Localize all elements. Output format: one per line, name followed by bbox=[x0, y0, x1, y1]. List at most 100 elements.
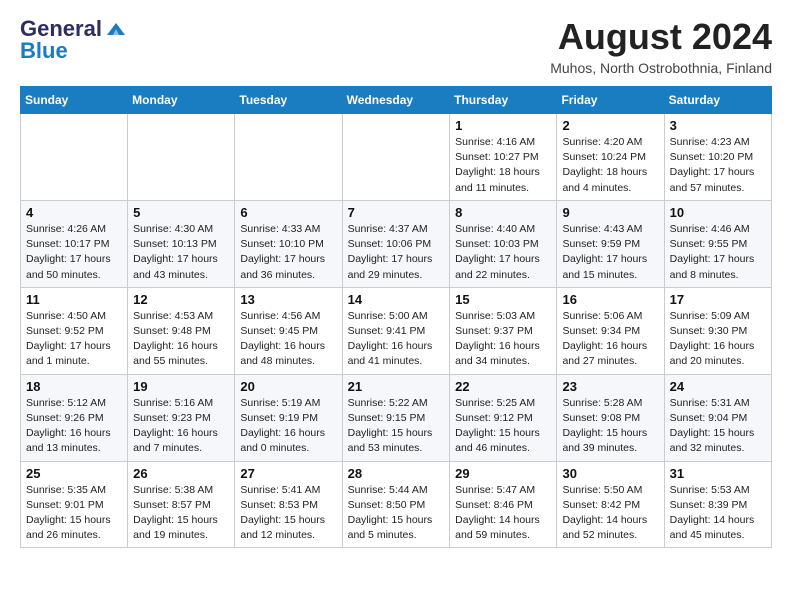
day-cell bbox=[21, 114, 128, 201]
day-info: Sunrise: 4:26 AM Sunset: 10:17 PM Daylig… bbox=[26, 222, 122, 283]
month-year: August 2024 bbox=[550, 16, 772, 58]
weekday-header-wednesday: Wednesday bbox=[342, 87, 450, 114]
week-row-3: 11 Sunrise: 4:50 AM Sunset: 9:52 PM Dayli… bbox=[21, 287, 772, 374]
weekday-header-thursday: Thursday bbox=[450, 87, 557, 114]
day-number: 19 bbox=[133, 379, 229, 394]
day-cell: 15 Sunrise: 5:03 AM Sunset: 9:37 PM Dayli… bbox=[450, 287, 557, 374]
day-number: 6 bbox=[240, 205, 336, 220]
day-info: Sunrise: 4:16 AM Sunset: 10:27 PM Daylig… bbox=[455, 135, 551, 196]
day-number: 2 bbox=[562, 118, 658, 133]
day-number: 12 bbox=[133, 292, 229, 307]
day-info: Sunrise: 5:06 AM Sunset: 9:34 PM Dayligh… bbox=[562, 309, 658, 370]
day-cell: 9 Sunrise: 4:43 AM Sunset: 9:59 PM Daylig… bbox=[557, 200, 664, 287]
day-cell: 13Sunrise: 4:56 AM Sunset: 9:45 PM Dayli… bbox=[235, 287, 342, 374]
day-cell: 17Sunrise: 5:09 AM Sunset: 9:30 PM Dayli… bbox=[664, 287, 771, 374]
day-number: 1 bbox=[455, 118, 551, 133]
day-cell: 7Sunrise: 4:37 AM Sunset: 10:06 PM Dayli… bbox=[342, 200, 450, 287]
calendar-table: SundayMondayTuesdayWednesdayThursdayFrid… bbox=[20, 86, 772, 548]
day-cell: 30Sunrise: 5:50 AM Sunset: 8:42 PM Dayli… bbox=[557, 461, 664, 548]
day-cell: 22 Sunrise: 5:25 AM Sunset: 9:12 PM Dayli… bbox=[450, 374, 557, 461]
day-number: 11 bbox=[26, 292, 122, 307]
day-cell: 2 Sunrise: 4:20 AM Sunset: 10:24 PM Dayli… bbox=[557, 114, 664, 201]
day-info: Sunrise: 4:33 AM Sunset: 10:10 PM Daylig… bbox=[240, 222, 336, 283]
weekday-header-row: SundayMondayTuesdayWednesdayThursdayFrid… bbox=[21, 87, 772, 114]
week-row-5: 25 Sunrise: 5:35 AM Sunset: 9:01 PM Dayli… bbox=[21, 461, 772, 548]
week-row-4: 18 Sunrise: 5:12 AM Sunset: 9:26 PM Dayli… bbox=[21, 374, 772, 461]
weekday-header-saturday: Saturday bbox=[664, 87, 771, 114]
day-number: 26 bbox=[133, 466, 229, 481]
weekday-header-monday: Monday bbox=[128, 87, 235, 114]
day-cell bbox=[342, 114, 450, 201]
day-info: Sunrise: 5:44 AM Sunset: 8:50 PM Dayligh… bbox=[348, 483, 445, 544]
day-info: Sunrise: 5:28 AM Sunset: 9:08 PM Dayligh… bbox=[562, 396, 658, 457]
day-number: 21 bbox=[348, 379, 445, 394]
day-info: Sunrise: 4:53 AM Sunset: 9:48 PM Dayligh… bbox=[133, 309, 229, 370]
day-cell: 31Sunrise: 5:53 AM Sunset: 8:39 PM Dayli… bbox=[664, 461, 771, 548]
day-info: Sunrise: 4:23 AM Sunset: 10:20 PM Daylig… bbox=[670, 135, 766, 196]
day-cell: 24 Sunrise: 5:31 AM Sunset: 9:04 PM Dayli… bbox=[664, 374, 771, 461]
logo-blue: Blue bbox=[20, 38, 68, 64]
day-number: 22 bbox=[455, 379, 551, 394]
weekday-header-sunday: Sunday bbox=[21, 87, 128, 114]
day-cell: 20Sunrise: 5:19 AM Sunset: 9:19 PM Dayli… bbox=[235, 374, 342, 461]
day-cell: 28 Sunrise: 5:44 AM Sunset: 8:50 PM Dayli… bbox=[342, 461, 450, 548]
day-info: Sunrise: 5:47 AM Sunset: 8:46 PM Dayligh… bbox=[455, 483, 551, 544]
day-number: 4 bbox=[26, 205, 122, 220]
day-info: Sunrise: 5:12 AM Sunset: 9:26 PM Dayligh… bbox=[26, 396, 122, 457]
logo: General Blue bbox=[20, 16, 127, 64]
day-number: 5 bbox=[133, 205, 229, 220]
day-info: Sunrise: 5:35 AM Sunset: 9:01 PM Dayligh… bbox=[26, 483, 122, 544]
page-header: General Blue August 2024 Muhos, North Os… bbox=[20, 16, 772, 76]
day-number: 16 bbox=[562, 292, 658, 307]
day-cell: 4 Sunrise: 4:26 AM Sunset: 10:17 PM Dayli… bbox=[21, 200, 128, 287]
day-number: 20 bbox=[240, 379, 336, 394]
day-info: Sunrise: 4:40 AM Sunset: 10:03 PM Daylig… bbox=[455, 222, 551, 283]
day-cell: 25 Sunrise: 5:35 AM Sunset: 9:01 PM Dayli… bbox=[21, 461, 128, 548]
day-number: 18 bbox=[26, 379, 122, 394]
day-info: Sunrise: 5:38 AM Sunset: 8:57 PM Dayligh… bbox=[133, 483, 229, 544]
day-cell: 1 Sunrise: 4:16 AM Sunset: 10:27 PM Dayli… bbox=[450, 114, 557, 201]
week-row-1: 1 Sunrise: 4:16 AM Sunset: 10:27 PM Dayli… bbox=[21, 114, 772, 201]
day-cell: 21 Sunrise: 5:22 AM Sunset: 9:15 PM Dayli… bbox=[342, 374, 450, 461]
day-number: 3 bbox=[670, 118, 766, 133]
day-cell bbox=[128, 114, 235, 201]
day-cell: 12 Sunrise: 4:53 AM Sunset: 9:48 PM Dayli… bbox=[128, 287, 235, 374]
day-info: Sunrise: 4:56 AM Sunset: 9:45 PM Dayligh… bbox=[240, 309, 336, 370]
day-info: Sunrise: 5:22 AM Sunset: 9:15 PM Dayligh… bbox=[348, 396, 445, 457]
week-row-2: 4 Sunrise: 4:26 AM Sunset: 10:17 PM Dayli… bbox=[21, 200, 772, 287]
weekday-header-friday: Friday bbox=[557, 87, 664, 114]
day-info: Sunrise: 4:20 AM Sunset: 10:24 PM Daylig… bbox=[562, 135, 658, 196]
day-cell: 18 Sunrise: 5:12 AM Sunset: 9:26 PM Dayli… bbox=[21, 374, 128, 461]
day-info: Sunrise: 5:03 AM Sunset: 9:37 PM Dayligh… bbox=[455, 309, 551, 370]
day-cell: 10Sunrise: 4:46 AM Sunset: 9:55 PM Dayli… bbox=[664, 200, 771, 287]
day-info: Sunrise: 5:09 AM Sunset: 9:30 PM Dayligh… bbox=[670, 309, 766, 370]
day-info: Sunrise: 4:37 AM Sunset: 10:06 PM Daylig… bbox=[348, 222, 445, 283]
day-cell: 8Sunrise: 4:40 AM Sunset: 10:03 PM Dayli… bbox=[450, 200, 557, 287]
day-cell: 27Sunrise: 5:41 AM Sunset: 8:53 PM Dayli… bbox=[235, 461, 342, 548]
day-number: 24 bbox=[670, 379, 766, 394]
day-info: Sunrise: 4:43 AM Sunset: 9:59 PM Dayligh… bbox=[562, 222, 658, 283]
day-number: 29 bbox=[455, 466, 551, 481]
day-info: Sunrise: 5:25 AM Sunset: 9:12 PM Dayligh… bbox=[455, 396, 551, 457]
weekday-header-tuesday: Tuesday bbox=[235, 87, 342, 114]
day-number: 25 bbox=[26, 466, 122, 481]
day-number: 9 bbox=[562, 205, 658, 220]
day-number: 10 bbox=[670, 205, 766, 220]
day-number: 27 bbox=[240, 466, 336, 481]
day-info: Sunrise: 5:31 AM Sunset: 9:04 PM Dayligh… bbox=[670, 396, 766, 457]
day-cell: 29 Sunrise: 5:47 AM Sunset: 8:46 PM Dayli… bbox=[450, 461, 557, 548]
day-number: 23 bbox=[562, 379, 658, 394]
day-cell: 6 Sunrise: 4:33 AM Sunset: 10:10 PM Dayli… bbox=[235, 200, 342, 287]
day-info: Sunrise: 5:00 AM Sunset: 9:41 PM Dayligh… bbox=[348, 309, 445, 370]
day-cell: 5Sunrise: 4:30 AM Sunset: 10:13 PM Dayli… bbox=[128, 200, 235, 287]
day-number: 28 bbox=[348, 466, 445, 481]
day-cell: 14Sunrise: 5:00 AM Sunset: 9:41 PM Dayli… bbox=[342, 287, 450, 374]
logo-icon bbox=[105, 21, 127, 37]
day-cell: 11 Sunrise: 4:50 AM Sunset: 9:52 PM Dayli… bbox=[21, 287, 128, 374]
day-info: Sunrise: 5:16 AM Sunset: 9:23 PM Dayligh… bbox=[133, 396, 229, 457]
day-cell: 3 Sunrise: 4:23 AM Sunset: 10:20 PM Dayli… bbox=[664, 114, 771, 201]
day-info: Sunrise: 4:50 AM Sunset: 9:52 PM Dayligh… bbox=[26, 309, 122, 370]
day-cell: 16 Sunrise: 5:06 AM Sunset: 9:34 PM Dayli… bbox=[557, 287, 664, 374]
day-info: Sunrise: 5:53 AM Sunset: 8:39 PM Dayligh… bbox=[670, 483, 766, 544]
day-number: 15 bbox=[455, 292, 551, 307]
